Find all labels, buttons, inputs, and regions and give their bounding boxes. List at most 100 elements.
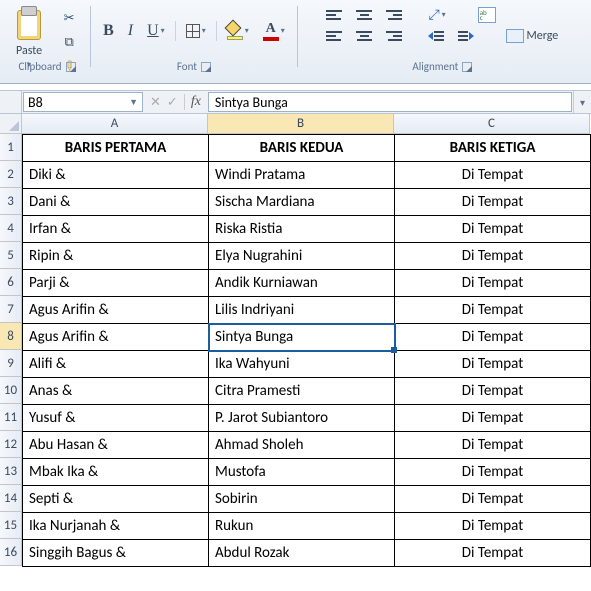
cell[interactable]: Anas & xyxy=(23,378,209,405)
cell[interactable]: Elya Nugrahini xyxy=(209,243,395,270)
cell[interactable]: Abdul Rozak xyxy=(209,540,395,567)
name-box-value: B8 xyxy=(28,94,43,111)
formula-input[interactable]: Sintya Bunga xyxy=(208,92,572,112)
orientation-button[interactable]: ⤢▾ xyxy=(424,4,449,25)
align-bottom-button[interactable] xyxy=(382,8,406,22)
cell[interactable]: Ahmad Sholeh xyxy=(209,432,395,459)
header-cell-a[interactable]: BARIS PERTAMA xyxy=(23,135,209,162)
cell[interactable]: Mustofa xyxy=(209,459,395,486)
row-header[interactable]: 11 xyxy=(0,404,22,431)
align-middle-button[interactable] xyxy=(352,8,376,22)
dialog-launcher-icon[interactable] xyxy=(462,62,472,72)
row-header[interactable]: 9 xyxy=(0,350,22,377)
cell[interactable]: Di Tempat xyxy=(395,270,591,297)
cell[interactable]: Agus Arifin & xyxy=(23,324,209,351)
name-box[interactable]: B8 ▼ xyxy=(23,92,143,112)
row-header[interactable]: 10 xyxy=(0,377,22,404)
dialog-launcher-icon[interactable] xyxy=(201,62,211,72)
cell[interactable]: Dani & xyxy=(23,189,209,216)
cell[interactable]: Diki & xyxy=(23,162,209,189)
fx-icon[interactable]: fx xyxy=(184,94,201,110)
cell[interactable]: Alifi & xyxy=(23,351,209,378)
merge-center-button[interactable]: Merge xyxy=(502,27,562,45)
header-cell-c[interactable]: BARIS KETIGA xyxy=(395,135,591,162)
align-left-button[interactable] xyxy=(322,29,346,43)
row-header[interactable]: 1 xyxy=(0,134,22,161)
cell[interactable]: Di Tempat xyxy=(395,405,591,432)
cell[interactable]: Lilis Indriyani xyxy=(209,297,395,324)
cell[interactable]: Windi Pratama xyxy=(209,162,395,189)
cell[interactable]: Di Tempat xyxy=(395,297,591,324)
cell[interactable]: Yusuf & xyxy=(23,405,209,432)
cell[interactable]: Agus Arifin & xyxy=(23,297,209,324)
select-all-corner[interactable] xyxy=(0,114,22,134)
column-header-b[interactable]: B xyxy=(208,114,394,134)
cell[interactable]: Ika Nurjanah & xyxy=(23,513,209,540)
cell[interactable]: Di Tempat xyxy=(395,324,591,351)
row-header[interactable]: 3 xyxy=(0,188,22,215)
cell[interactable]: Septi & xyxy=(23,486,209,513)
row-header[interactable]: 14 xyxy=(0,485,22,512)
cell[interactable]: Di Tempat xyxy=(395,243,591,270)
copy-button[interactable]: ⧉ xyxy=(56,32,82,52)
row-header[interactable]: 13 xyxy=(0,458,22,485)
row-header[interactable]: 5 xyxy=(0,242,22,269)
row-header[interactable]: 16 xyxy=(0,539,22,566)
row-header[interactable]: 8 xyxy=(0,323,22,350)
cut-button[interactable]: ✂ xyxy=(56,8,82,28)
cell[interactable]: Di Tempat xyxy=(395,162,591,189)
row-header[interactable]: 4 xyxy=(0,215,22,242)
cell[interactable]: Irfan & xyxy=(23,216,209,243)
dialog-launcher-icon[interactable] xyxy=(66,62,76,72)
bold-button[interactable]: B xyxy=(99,20,118,42)
cell[interactable]: Di Tempat xyxy=(395,189,591,216)
cell[interactable]: Di Tempat xyxy=(395,351,591,378)
column-header-c[interactable]: C xyxy=(394,114,590,134)
column-header-a[interactable]: A xyxy=(22,114,208,134)
cell[interactable]: P. Jarot Subiantoro xyxy=(209,405,395,432)
cell[interactable]: Di Tempat xyxy=(395,540,591,567)
italic-button[interactable]: I xyxy=(124,20,137,42)
cell[interactable]: Di Tempat xyxy=(395,432,591,459)
cell[interactable]: Mbak Ika & xyxy=(23,459,209,486)
formula-value: Sintya Bunga xyxy=(215,94,288,111)
row-header[interactable]: 2 xyxy=(0,161,22,188)
row-header[interactable]: 12 xyxy=(0,431,22,458)
cell[interactable]: Ripin & xyxy=(23,243,209,270)
chevron-down-icon: ▾ xyxy=(202,26,206,36)
cell[interactable]: Di Tempat xyxy=(395,216,591,243)
increase-indent-button[interactable] xyxy=(454,29,478,43)
align-right-button[interactable] xyxy=(382,29,406,43)
cell[interactable]: Sischa Mardiana xyxy=(209,189,395,216)
cell[interactable]: Di Tempat xyxy=(395,513,591,540)
cell[interactable]: Di Tempat xyxy=(395,486,591,513)
row-header[interactable]: 7 xyxy=(0,296,22,323)
cell[interactable]: Sintya Bunga xyxy=(209,324,395,351)
font-color-button[interactable]: A ▾ xyxy=(259,19,289,43)
cell[interactable]: Abu Hasan & xyxy=(23,432,209,459)
row-header[interactable]: 6 xyxy=(0,269,22,296)
align-center-button[interactable] xyxy=(352,29,376,43)
cell[interactable]: Andik Kurniawan xyxy=(209,270,395,297)
cell[interactable]: Ika Wahyuni xyxy=(209,351,395,378)
row-header[interactable]: 15 xyxy=(0,512,22,539)
table-row: Anas &Citra PramestiDi Tempat xyxy=(23,378,591,405)
cell[interactable]: Di Tempat xyxy=(395,459,591,486)
align-top-button[interactable] xyxy=(322,8,346,22)
cell[interactable]: Riska Ristia xyxy=(209,216,395,243)
paste-label: Paste xyxy=(16,44,42,58)
decrease-indent-button[interactable] xyxy=(424,29,448,43)
cell[interactable]: Rukun xyxy=(209,513,395,540)
cell[interactable]: Di Tempat xyxy=(395,378,591,405)
fill-color-button[interactable]: ▾ xyxy=(223,20,253,42)
wrap-text-button[interactable] xyxy=(474,5,500,25)
cell[interactable]: Parji & xyxy=(23,270,209,297)
header-cell-b[interactable]: BARIS KEDUA xyxy=(209,135,395,162)
cell[interactable]: Citra Pramesti xyxy=(209,378,395,405)
cell[interactable]: Sobirin xyxy=(209,486,395,513)
borders-button[interactable]: ▾ xyxy=(182,22,210,40)
expand-formula-bar-button[interactable]: ▾ xyxy=(573,91,591,113)
table-row: Ripin &Elya NugrahiniDi Tempat xyxy=(23,243,591,270)
underline-button[interactable]: U▾ xyxy=(143,20,169,42)
cell[interactable]: Singgih Bagus & xyxy=(23,540,209,567)
